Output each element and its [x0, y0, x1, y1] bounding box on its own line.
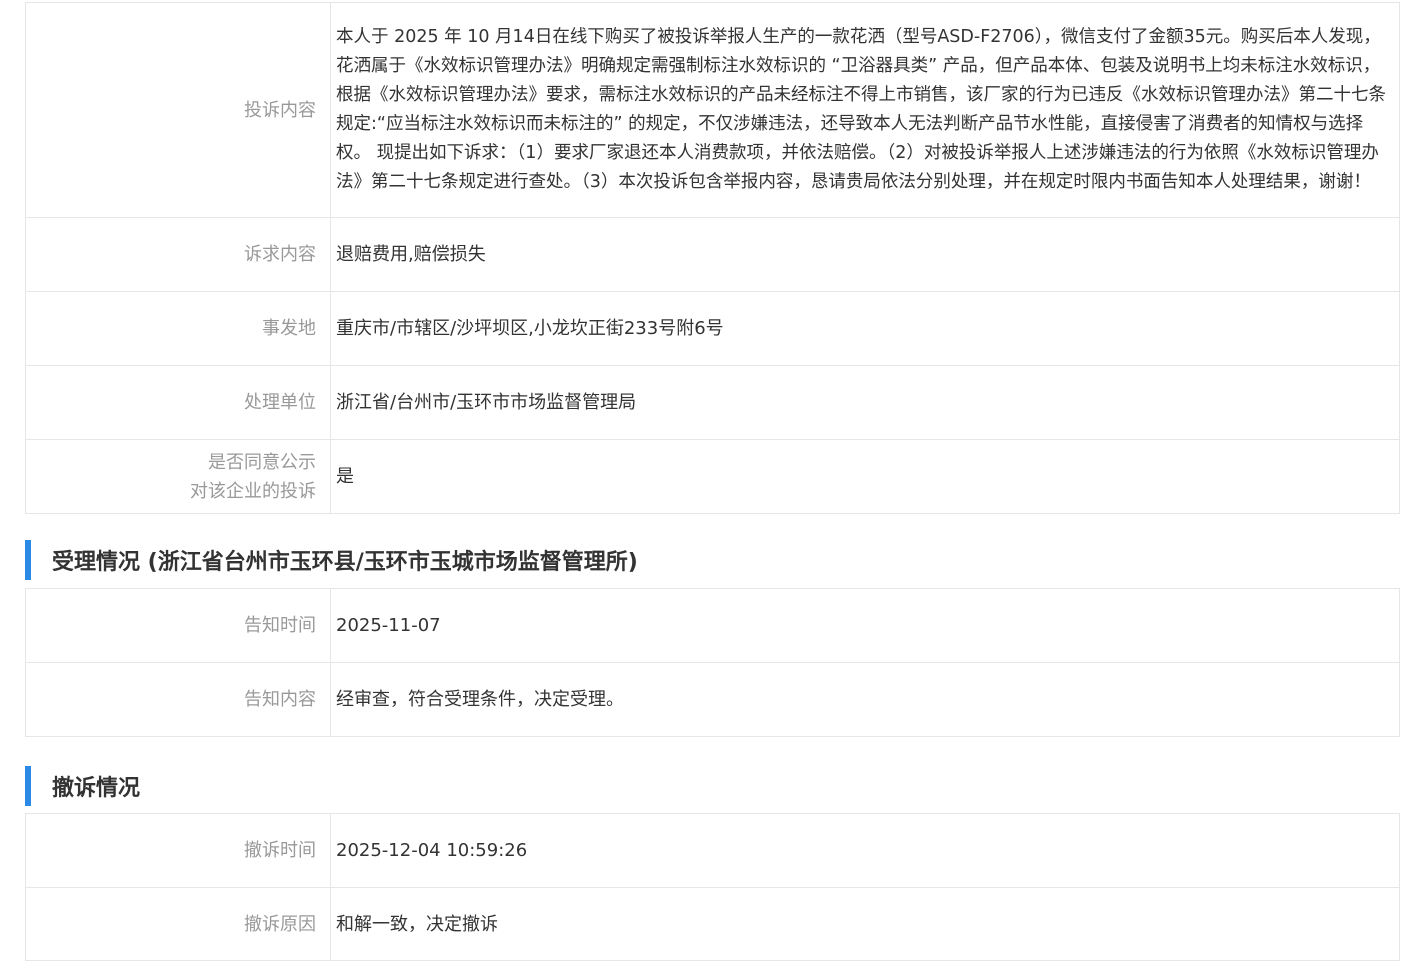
complaint-info-table: 投诉内容 本人于 2025 年 10 月14日在线下购买了被投诉举报人生产的一款…: [25, 2, 1400, 514]
publicity-consent-label-line2: 对该企业的投诉: [190, 480, 316, 502]
table-row: 诉求内容 退赔费用,赔偿损失: [25, 217, 1400, 292]
withdrawal-section-title: 撤诉情况: [25, 766, 140, 806]
acceptance-info-table: 告知时间 2025-11-07 告知内容 经审查，符合受理条件，决定受理。: [25, 588, 1400, 737]
incident-location-label: 事发地: [25, 291, 331, 366]
table-row: 撤诉时间 2025-12-04 10:59:26: [25, 813, 1400, 888]
notice-content-label: 告知内容: [25, 662, 331, 737]
notice-time-label: 告知时间: [25, 588, 331, 663]
publicity-consent-label-line1: 是否同意公示: [208, 451, 316, 473]
notice-time-value: 2025-11-07: [330, 588, 1400, 663]
withdrawal-reason-label: 撤诉原因: [25, 887, 331, 961]
complaint-content-value: 本人于 2025 年 10 月14日在线下购买了被投诉举报人生产的一款花洒（型号…: [330, 2, 1400, 218]
table-row: 撤诉原因 和解一致，决定撤诉: [25, 887, 1400, 961]
notice-content-value: 经审查，符合受理条件，决定受理。: [330, 662, 1400, 737]
withdrawal-info-table: 撤诉时间 2025-12-04 10:59:26 撤诉原因 和解一致，决定撤诉: [25, 813, 1400, 961]
demand-label: 诉求内容: [25, 217, 331, 292]
demand-value: 退赔费用,赔偿损失: [330, 217, 1400, 292]
handling-unit-label: 处理单位: [25, 365, 331, 440]
handling-unit-value: 浙江省/台州市/玉环市市场监督管理局: [330, 365, 1400, 440]
withdrawal-reason-value: 和解一致，决定撤诉: [330, 887, 1400, 961]
table-row: 是否同意公示 对该企业的投诉 是: [25, 439, 1400, 514]
acceptance-section-title: 受理情况 (浙江省台州市玉环县/玉环市玉城市场监督管理所): [25, 540, 638, 580]
publicity-consent-label: 是否同意公示 对该企业的投诉: [25, 439, 331, 514]
table-row: 告知时间 2025-11-07: [25, 588, 1400, 663]
complaint-detail-page: 投诉内容 本人于 2025 年 10 月14日在线下购买了被投诉举报人生产的一款…: [0, 0, 1426, 971]
withdrawal-time-label: 撤诉时间: [25, 813, 331, 888]
incident-location-value: 重庆市/市辖区/沙坪坝区,小龙坎正街233号附6号: [330, 291, 1400, 366]
publicity-consent-value: 是: [330, 439, 1400, 514]
table-row: 投诉内容 本人于 2025 年 10 月14日在线下购买了被投诉举报人生产的一款…: [25, 2, 1400, 218]
table-row: 告知内容 经审查，符合受理条件，决定受理。: [25, 662, 1400, 737]
withdrawal-time-value: 2025-12-04 10:59:26: [330, 813, 1400, 888]
table-row: 处理单位 浙江省/台州市/玉环市市场监督管理局: [25, 365, 1400, 440]
table-row: 事发地 重庆市/市辖区/沙坪坝区,小龙坎正街233号附6号: [25, 291, 1400, 366]
complaint-content-label: 投诉内容: [25, 2, 331, 218]
